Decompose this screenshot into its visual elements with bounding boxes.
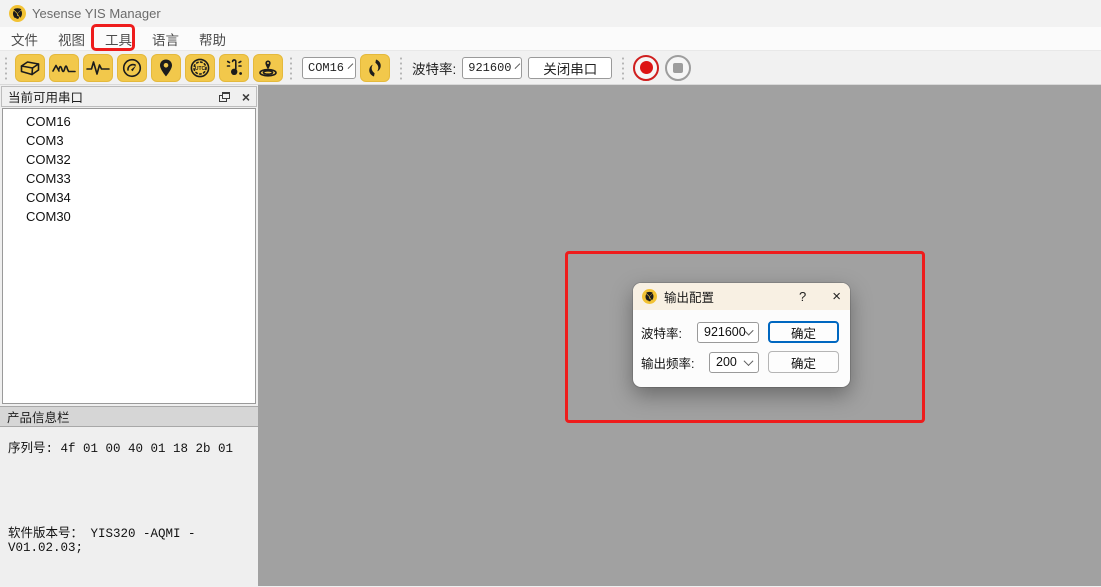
gauge-icon[interactable] — [117, 54, 147, 82]
product-info-title: 产品信息栏 — [7, 407, 70, 426]
chevron-down-icon — [515, 63, 521, 69]
port-list-item[interactable]: COM3 — [3, 131, 255, 150]
menu-bar: 文件 视图 工具 语言 帮助 — [0, 27, 1101, 51]
serial-number-value: 4f 01 00 40 01 18 2b 01 — [61, 442, 234, 456]
firmware-version-line: 软件版本号： YIS320 -AQMI -V01.02.03; — [8, 522, 250, 555]
refresh-icon — [364, 57, 386, 79]
float-panel-icon[interactable] — [219, 92, 230, 102]
dialog-baud-label: 波特率: — [641, 323, 682, 342]
menu-item-view[interactable]: 视图 — [49, 27, 94, 51]
product-info-body: 序列号: 4f 01 00 40 01 18 2b 01 软件版本号： YIS3… — [0, 427, 258, 586]
output-freq-row: 输出频率: 200 确定 — [641, 351, 839, 373]
dialog-freq-value: 200 — [716, 355, 737, 369]
port-list-item[interactable]: COM34 — [3, 188, 255, 207]
menu-item-tools-label: 工具 — [105, 33, 132, 48]
ports-panel-title: 当前可用串口 — [8, 87, 83, 106]
ports-panel-header: 当前可用串口 × — [1, 86, 257, 107]
port-list-item[interactable]: COM33 — [3, 169, 255, 188]
record-button[interactable] — [633, 55, 659, 81]
dialog-close-icon[interactable]: × — [832, 289, 841, 304]
serial-number-line: 序列号: 4f 01 00 40 01 18 2b 01 — [8, 437, 250, 456]
product-info-header: 产品信息栏 — [0, 406, 258, 427]
wave-pulse-icon[interactable] — [83, 54, 113, 82]
thermometer-icon[interactable] — [219, 54, 249, 82]
utc-clock-icon[interactable]: UTC — [185, 54, 215, 82]
close-serial-button[interactable]: 关闭串口 — [528, 57, 612, 79]
chevron-down-icon — [348, 63, 354, 69]
chevron-down-icon — [744, 356, 754, 366]
close-panel-icon[interactable]: × — [242, 90, 250, 104]
dialog-body: 波特率: 921600 确定 输出频率: 200 确定 — [633, 310, 850, 373]
app-logo-icon — [642, 289, 657, 304]
port-list-item[interactable]: COM16 — [3, 112, 255, 131]
output-config-dialog: 输出配置 ? × 波特率: 921600 确定 输出频率: 200 确定 — [633, 283, 850, 387]
dialog-title-bar: 输出配置 ? × — [633, 283, 850, 310]
baud-rate-label: 波特率: — [412, 58, 456, 78]
menu-item-file[interactable]: 文件 — [2, 27, 47, 51]
record-icon — [640, 61, 653, 74]
firmware-version-label: 软件版本号： — [8, 527, 83, 541]
menu-item-help[interactable]: 帮助 — [190, 27, 235, 51]
dialog-baud-select[interactable]: 921600 — [697, 322, 759, 343]
cube-3d-icon[interactable] — [15, 54, 45, 82]
window-title: Yesense YIS Manager — [32, 6, 161, 21]
menu-item-tools[interactable]: 工具 — [96, 27, 141, 51]
app-window: Yesense YIS Manager 文件 视图 工具 语言 帮助 — [0, 0, 1101, 587]
location-pin-icon[interactable] — [151, 54, 181, 82]
dialog-title: 输出配置 — [664, 287, 799, 306]
com-port-value: COM16 — [308, 61, 344, 75]
baud-rate-select[interactable]: 921600 — [462, 57, 522, 79]
serial-number-label: 序列号: — [8, 442, 53, 456]
stop-icon — [673, 63, 683, 73]
baud-rate-value: 921600 — [468, 61, 511, 75]
port-list-item[interactable]: COM30 — [3, 207, 255, 226]
svg-text:UTC: UTC — [195, 66, 206, 72]
attitude-icon[interactable] — [253, 54, 283, 82]
toolbar-grip-handle[interactable] — [288, 55, 295, 81]
toolbar-grip-handle[interactable] — [3, 55, 10, 81]
port-list-item[interactable]: COM32 — [3, 150, 255, 169]
wave-signal-icon[interactable] — [49, 54, 79, 82]
toolbar: UTC COM16 — [0, 51, 1101, 85]
dialog-help-button[interactable]: ? — [799, 289, 806, 304]
port-list: COM16 COM3 COM32 COM33 COM34 COM30 — [2, 108, 256, 404]
left-dock-panel: 当前可用串口 × COM16 COM3 COM32 COM33 COM34 CO… — [0, 85, 258, 586]
stop-button[interactable] — [665, 55, 691, 81]
content-area: 当前可用串口 × COM16 COM3 COM32 COM33 COM34 CO… — [0, 85, 1101, 586]
toolbar-grip-handle[interactable] — [398, 55, 405, 81]
dialog-freq-label: 输出频率: — [641, 353, 694, 372]
refresh-ports-button[interactable] — [360, 54, 390, 82]
dialog-baud-value: 921600 — [704, 325, 746, 339]
dialog-freq-select[interactable]: 200 — [709, 352, 759, 373]
baud-ok-button[interactable]: 确定 — [768, 321, 839, 343]
baud-rate-row: 波特率: 921600 确定 — [641, 321, 839, 343]
title-bar: Yesense YIS Manager — [0, 0, 1101, 27]
app-logo-icon — [9, 5, 26, 22]
com-port-select[interactable]: COM16 — [302, 57, 356, 79]
freq-ok-button[interactable]: 确定 — [768, 351, 839, 373]
toolbar-grip-handle[interactable] — [620, 55, 627, 81]
menu-item-language[interactable]: 语言 — [143, 27, 188, 51]
